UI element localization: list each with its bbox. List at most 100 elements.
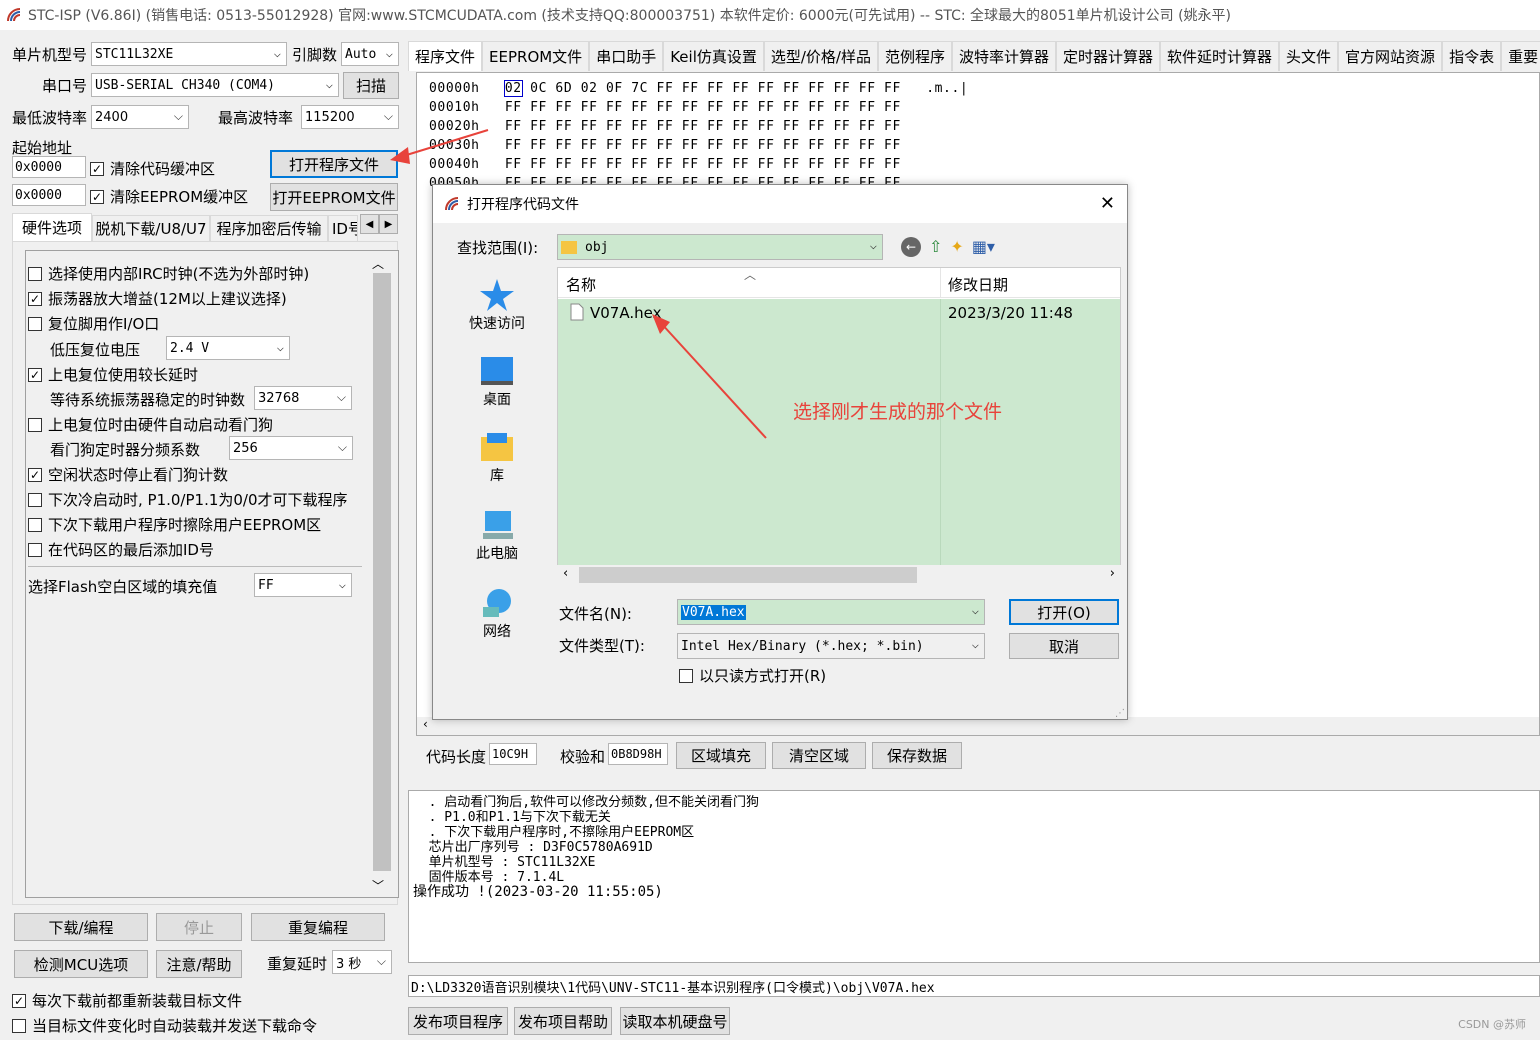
checkbox-unchecked[interactable] bbox=[28, 517, 42, 532]
publish-program-button[interactable]: 发布项目程序 bbox=[408, 1007, 508, 1035]
scan-button[interactable]: 扫描 bbox=[343, 72, 399, 99]
scroll-right-icon[interactable]: › bbox=[1110, 566, 1115, 581]
option-irc[interactable]: 选择使用内部IRC时钟(不选为外部时钟) bbox=[28, 263, 309, 284]
option-idle-stop-wdt[interactable]: ✓ 空闲状态时停止看门狗计数 bbox=[28, 464, 228, 485]
reload-checkbox[interactable]: ✓ 每次下载前都重新装载目标文件 bbox=[12, 990, 242, 1011]
start-addr-input[interactable]: 0x0000 bbox=[12, 156, 86, 178]
tab-selection[interactable]: 选型/价格/样品 bbox=[763, 41, 878, 71]
resize-grip-icon[interactable]: ⋰ bbox=[1115, 708, 1125, 719]
tab-baud-calc[interactable]: 波特率计算器 bbox=[951, 41, 1056, 71]
port-select[interactable]: USB-SERIAL CH340 (COM4) ⌵ bbox=[91, 73, 339, 97]
tab-encrypt[interactable]: 程序加密后传输 bbox=[210, 215, 328, 241]
file-list[interactable]: 名称 ︿ 修改日期 V07A.hex 2023/3/20 11:48 选择刚才生… bbox=[557, 267, 1121, 567]
tab-program-file[interactable]: 程序文件 bbox=[408, 41, 483, 71]
read-disk-id-button[interactable]: 读取本机硬盘号 bbox=[620, 1007, 730, 1035]
option-cold-start[interactable]: 下次冷启动时, P1.0/P1.1为0/0才可下载程序 bbox=[28, 489, 348, 510]
file-row[interactable]: V07A.hex 2023/3/20 11:48 bbox=[558, 301, 1120, 325]
checkbox-unchecked[interactable] bbox=[28, 542, 42, 557]
cancel-button[interactable]: 取消 bbox=[1009, 633, 1119, 659]
scroll-left-icon[interactable]: ‹ bbox=[423, 717, 428, 731]
option-power-delay[interactable]: ✓ 上电复位使用较长延时 bbox=[28, 364, 198, 385]
option-gain[interactable]: ✓ 振荡器放大增益(12M以上建议选择) bbox=[28, 288, 287, 309]
scroll-thumb[interactable] bbox=[373, 273, 391, 871]
help-button[interactable]: 注意/帮助 bbox=[156, 950, 242, 978]
publish-help-button[interactable]: 发布项目帮助 bbox=[514, 1007, 612, 1035]
tab-header-file[interactable]: 头文件 bbox=[1279, 41, 1339, 71]
checkbox-unchecked[interactable] bbox=[28, 417, 42, 432]
place-this-pc[interactable]: 此电脑 bbox=[447, 507, 547, 563]
min-baud-select[interactable]: 2400 ⌵ bbox=[91, 105, 189, 129]
scroll-left-icon[interactable]: ‹ bbox=[563, 566, 568, 581]
checkbox-unchecked[interactable] bbox=[28, 492, 42, 507]
tab-id[interactable]: ID号 bbox=[328, 215, 358, 241]
option-add-id[interactable]: 在代码区的最后添加ID号 bbox=[28, 539, 214, 560]
max-baud-select[interactable]: 115200 ⌵ bbox=[301, 105, 399, 129]
scroll-down-icon[interactable]: ﹀ bbox=[372, 877, 384, 894]
open-button[interactable]: 打开(O) bbox=[1009, 599, 1119, 625]
clear-eeprom-checkbox[interactable]: ✓ 清除EEPROM缓冲区 bbox=[90, 186, 248, 207]
low-voltage-select[interactable]: 2.4 V ⌵ bbox=[166, 336, 290, 360]
place-libraries[interactable]: 库 bbox=[447, 431, 547, 485]
tab-eeprom-file[interactable]: EEPROM文件 bbox=[482, 41, 590, 71]
option-erase-eeprom[interactable]: 下次下载用户程序时擦除用户EEPROM区 bbox=[28, 514, 321, 535]
place-quick-access[interactable]: 快速访问 bbox=[447, 277, 547, 333]
wdt-div-select[interactable]: 256 ⌵ bbox=[229, 436, 353, 460]
options-scrollbar[interactable]: ︿ ﹀ bbox=[364, 251, 398, 897]
option-auto-watchdog[interactable]: 上电复位时由硬件自动启动看门狗 bbox=[28, 414, 273, 435]
mcu-type-select[interactable]: STC11L32XE ⌵ bbox=[91, 42, 287, 66]
tab-instructions[interactable]: 指令表 bbox=[1442, 41, 1502, 71]
checkbox-checked[interactable]: ✓ bbox=[28, 367, 42, 382]
auto-send-checkbox[interactable]: 当目标文件变化时自动装载并发送下载命令 bbox=[12, 1015, 317, 1036]
filename-input[interactable]: V07A.hex ⌵ bbox=[677, 599, 985, 625]
tab-scroll-right-icon[interactable]: ▶ bbox=[379, 214, 398, 234]
filetype-select[interactable]: Intel Hex/Binary (*.hex; *.bin) ⌵ bbox=[677, 633, 985, 659]
fill-value-select[interactable]: FF ⌵ bbox=[254, 573, 352, 597]
wait-clock-select[interactable]: 32768 ⌵ bbox=[254, 386, 352, 410]
place-network[interactable]: 网络 bbox=[447, 585, 547, 641]
tab-scroll-left-icon[interactable]: ◀ bbox=[360, 214, 379, 234]
tab-offline[interactable]: 脱机下载/U8/U7 bbox=[92, 215, 210, 241]
save-data-button[interactable]: 保存数据 bbox=[872, 742, 962, 769]
detect-mcu-button[interactable]: 检测MCU选项 bbox=[14, 950, 148, 978]
reprogram-button[interactable]: 重复编程 bbox=[251, 913, 385, 941]
tab-hardware[interactable]: 硬件选项 bbox=[12, 213, 92, 241]
clear-region-button[interactable]: 清空区域 bbox=[772, 742, 866, 769]
download-button[interactable]: 下载/编程 bbox=[14, 913, 148, 941]
column-name[interactable]: 名称 bbox=[566, 274, 596, 295]
tab-keil[interactable]: Keil仿真设置 bbox=[663, 41, 764, 71]
tab-delay-calc[interactable]: 软件延时计算器 bbox=[1160, 41, 1280, 71]
clear-code-checkbox[interactable]: ✓ 清除代码缓冲区 bbox=[90, 158, 215, 179]
fill-region-button[interactable]: 区域填充 bbox=[676, 742, 766, 769]
tab-website[interactable]: 官方网站资源 bbox=[1338, 41, 1443, 71]
checkbox-checked[interactable]: ✓ bbox=[28, 291, 42, 306]
checkbox-checked[interactable]: ✓ bbox=[12, 993, 26, 1008]
checkbox-checked[interactable]: ✓ bbox=[28, 467, 42, 482]
tab-timer-calc[interactable]: 定时器计算器 bbox=[1056, 41, 1161, 71]
pins-select[interactable]: Auto ⌵ bbox=[341, 42, 399, 66]
place-desktop[interactable]: 桌面 bbox=[447, 355, 547, 409]
up-folder-icon[interactable]: ⇧ bbox=[929, 237, 942, 257]
back-icon[interactable]: ← bbox=[901, 237, 921, 257]
checkbox-unchecked[interactable] bbox=[28, 266, 42, 281]
close-icon[interactable]: ✕ bbox=[1100, 193, 1115, 214]
tab-important[interactable]: 重要 bbox=[1501, 41, 1540, 71]
readonly-checkbox[interactable]: 以只读方式打开(R) bbox=[679, 665, 826, 686]
stop-button[interactable]: 停止 bbox=[156, 913, 242, 941]
checkbox-unchecked[interactable] bbox=[28, 316, 42, 331]
column-date[interactable]: 修改日期 bbox=[948, 274, 1008, 295]
scroll-thumb[interactable] bbox=[579, 567, 917, 583]
look-in-select[interactable]: obj ⌵ bbox=[557, 234, 883, 260]
tab-serial-assistant[interactable]: 串口助手 bbox=[589, 41, 664, 71]
scroll-up-icon[interactable]: ︿ bbox=[372, 255, 384, 272]
checkbox-checked[interactable]: ✓ bbox=[90, 189, 104, 204]
open-eeprom-file-button[interactable]: 打开EEPROM文件 bbox=[270, 183, 398, 211]
checkbox-unchecked[interactable] bbox=[679, 668, 693, 683]
horizontal-scrollbar[interactable]: ‹ › bbox=[557, 565, 1121, 585]
tab-examples[interactable]: 范例程序 bbox=[877, 41, 952, 71]
checkbox-unchecked[interactable] bbox=[12, 1018, 26, 1033]
view-menu-icon[interactable]: ▦▾ bbox=[972, 237, 995, 257]
option-reset-io[interactable]: 复位脚用作I/O口 bbox=[28, 313, 159, 334]
new-folder-icon[interactable]: ✦ bbox=[950, 237, 963, 257]
open-program-file-button[interactable]: 打开程序文件 bbox=[270, 150, 398, 178]
eeprom-addr-input[interactable]: 0x0000 bbox=[12, 184, 86, 206]
